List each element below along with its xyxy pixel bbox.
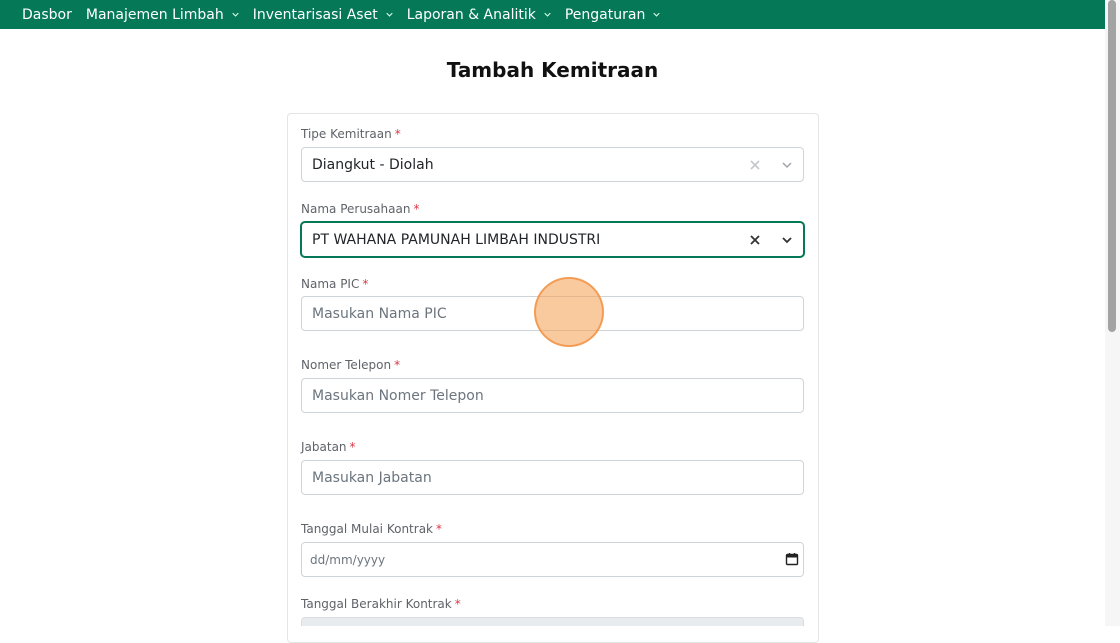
nav-item-inventarisasi-aset[interactable]: Inventarisasi Aset [253,7,393,23]
tipe-kemitraan-label: Tipe Kemitraan * [301,127,401,141]
nav-item-label: Pengaturan [564,6,646,23]
page-title: Tambah Kemitraan [446,58,659,82]
close-icon[interactable] [747,232,763,248]
tipe-kemitraan-value: Diangkut - Diolah [312,156,434,173]
tanggal-berakhir-input[interactable] [301,617,804,626]
nav-item-label: Manajemen Limbah [85,6,224,23]
tanggal-mulai-label: Tanggal Mulai Kontrak * [301,522,442,536]
chevron-down-icon [386,11,393,18]
nama-pic-placeholder: Masukan Nama PIC [312,305,447,322]
chevron-down-icon[interactable] [779,232,795,248]
click-indicator [534,277,604,347]
nama-perusahaan-select[interactable]: PT WAHANA PAMUNAH LIMBAH INDUSTRI [301,222,804,257]
required-mark: * [349,440,356,454]
nomer-telepon-input[interactable]: Masukan Nomer Telepon [301,378,804,413]
nomer-telepon-placeholder: Masukan Nomer Telepon [312,387,484,404]
nomer-telepon-label: Nomer Telepon * [301,358,401,372]
required-mark: * [413,202,420,216]
nav-item-manajemen-limbah[interactable]: Manajemen Limbah [86,7,239,23]
tanggal-berakhir-label: Tanggal Berakhir Kontrak * [301,597,461,611]
nav-item-pengaturan[interactable]: Pengaturan [564,6,661,23]
calendar-icon[interactable] [785,552,799,566]
nav-item-laporan-analitik[interactable]: Laporan & Analitik [407,7,551,23]
tipe-kemitraan-select[interactable]: Diangkut - Diolah [301,147,804,182]
close-icon[interactable] [747,157,763,173]
chevron-down-icon [232,11,239,18]
nav-item-label: Dasbor [22,6,72,23]
scrollbar-thumb[interactable] [1108,0,1116,332]
chevron-down-icon[interactable] [779,157,795,173]
nav-item-label: Inventarisasi Aset [252,6,378,23]
nama-perusahaan-label: Nama Perusahaan * [301,202,420,216]
jabatan-placeholder: Masukan Jabatan [312,469,432,486]
jabatan-input[interactable]: Masukan Jabatan [301,460,804,495]
required-mark: * [454,597,461,611]
tanggal-mulai-placeholder: dd/mm/yyyy [310,552,386,567]
chevron-down-icon [544,11,551,18]
nama-perusahaan-value: PT WAHANA PAMUNAH LIMBAH INDUSTRI [312,231,601,248]
required-mark: * [394,358,401,372]
chevron-down-icon [653,11,661,18]
tanggal-mulai-input[interactable]: dd/mm/yyyy [301,542,804,577]
nav-item-dasbor[interactable]: Dasbor [22,7,72,23]
top-navbar: Dasbor Manajemen Limbah Inventarisasi As… [0,0,1105,29]
jabatan-label: Jabatan * [301,440,356,454]
nav-item-label: Laporan & Analitik [406,6,536,23]
required-mark: * [362,277,369,291]
required-mark: * [436,522,442,536]
nama-pic-label: Nama PIC * [301,277,369,291]
required-mark: * [394,127,401,141]
